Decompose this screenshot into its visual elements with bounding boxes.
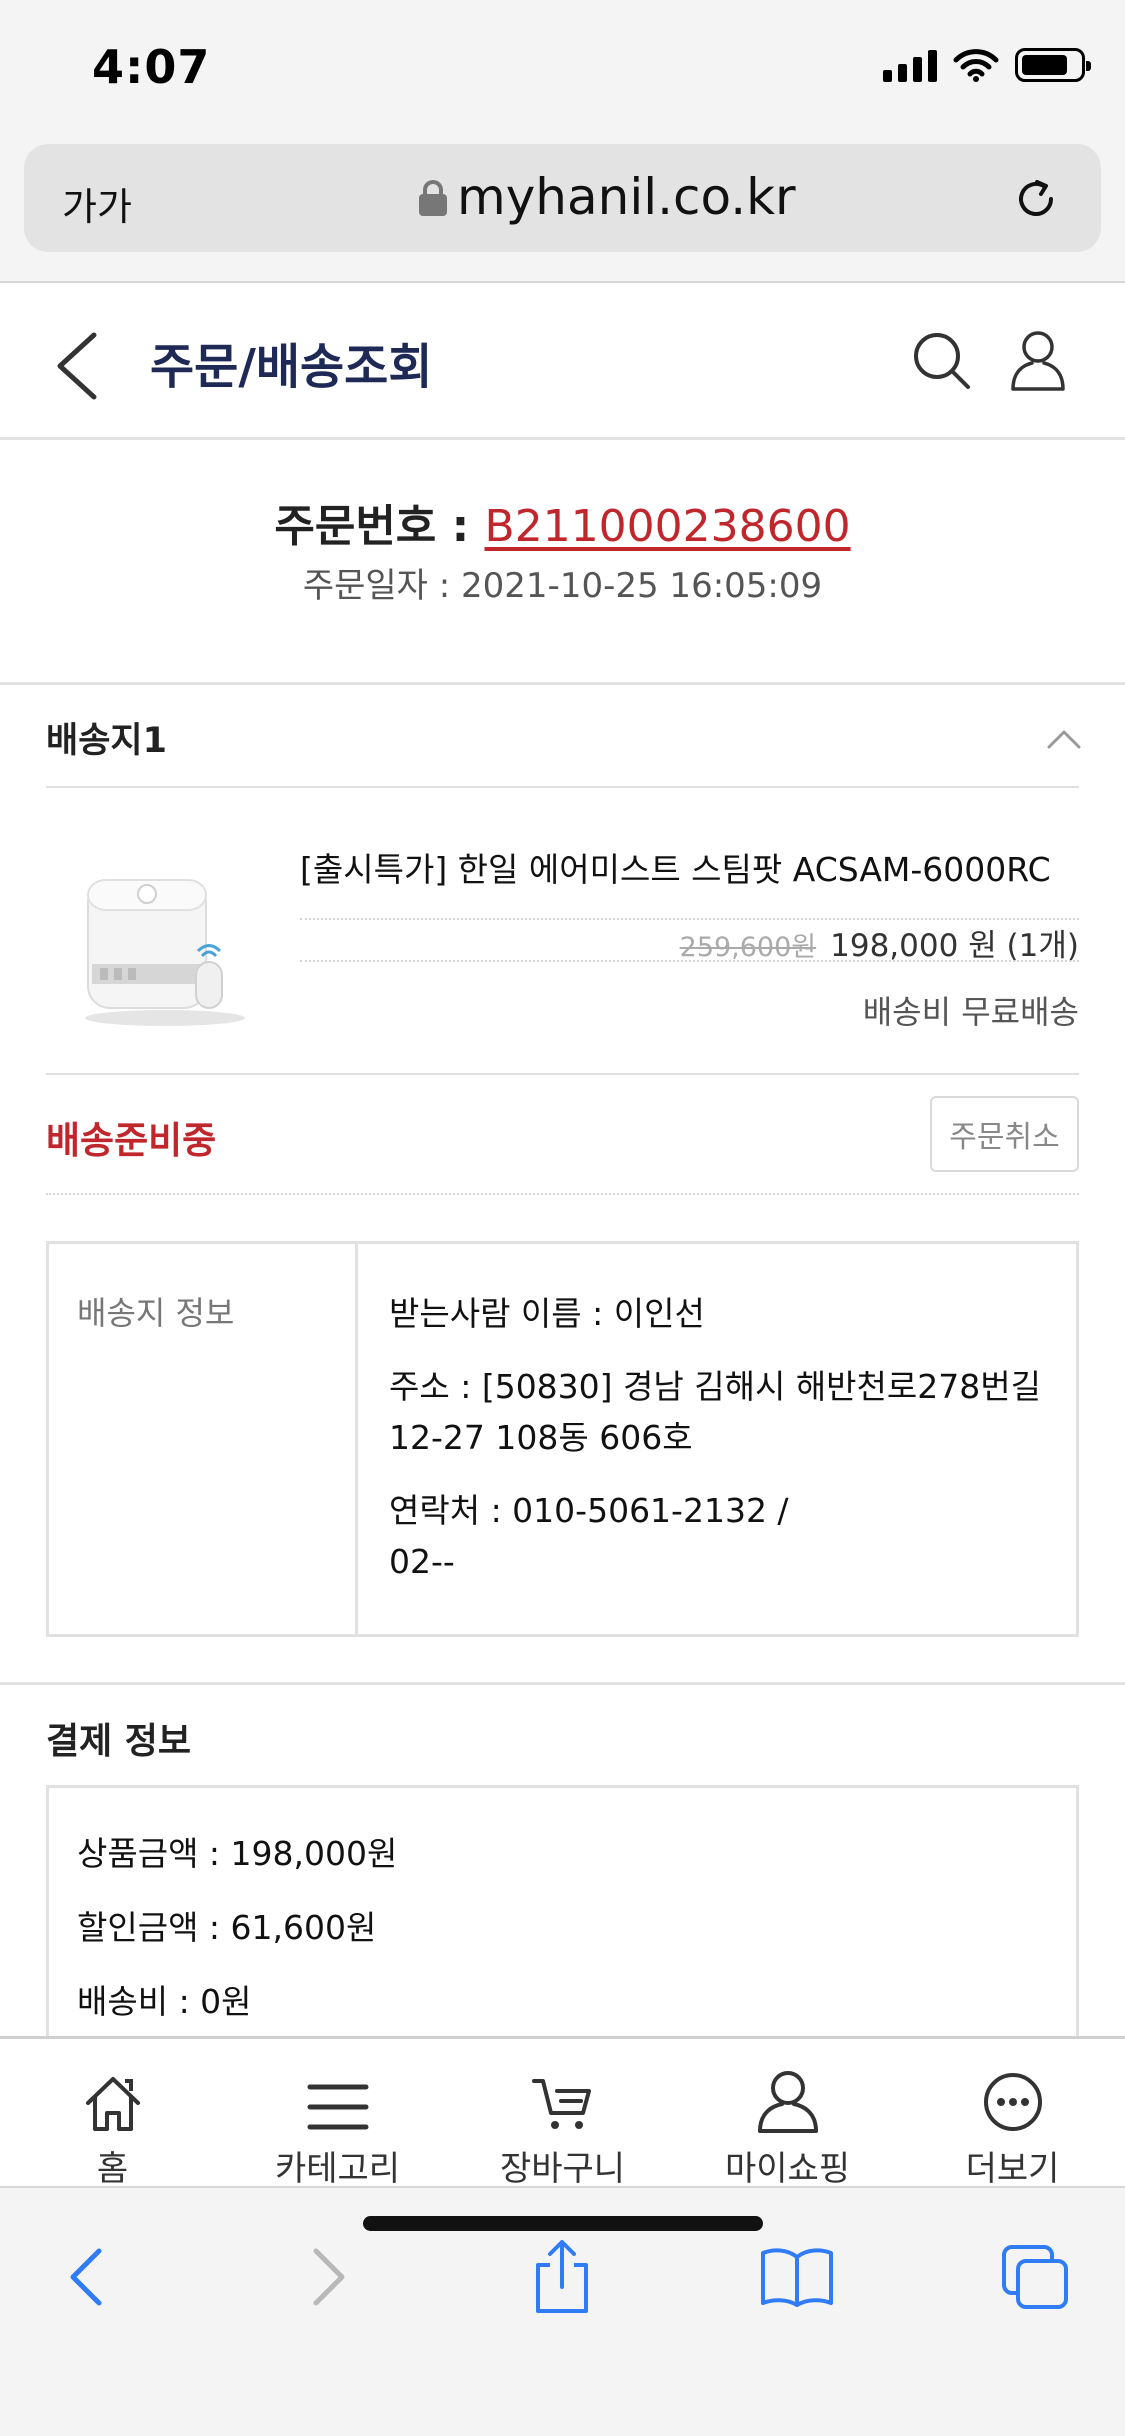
nav-category[interactable]: 카테고리 — [225, 2067, 450, 2190]
nav-home-label: 홈 — [96, 2149, 129, 2189]
payment-details: 상품금액 : 198,000원 할인금액 : 61,600원 배송비 : 0원 — [77, 1828, 397, 2050]
original-price: 259,600원 — [679, 932, 817, 963]
bookmarks-button[interactable] — [752, 2232, 842, 2322]
chevron-up-icon[interactable] — [1046, 728, 1082, 750]
recipient-address: 주소 : [50830] 경남 김해시 해반천로278번길 12-27 108동… — [389, 1367, 1041, 1457]
section-divider — [0, 1682, 1125, 1685]
battery-icon — [1015, 48, 1091, 82]
page-header: 주문/배송조회 — [0, 283, 1125, 440]
contact-line-2: 02-- — [389, 1542, 455, 1581]
home-icon — [85, 2077, 140, 2131]
nav-myshopping[interactable]: 마이쇼핑 — [675, 2067, 900, 2190]
divider — [46, 1073, 1079, 1075]
lock-icon — [419, 180, 447, 216]
product-name[interactable]: [출시특가] 한일 에어미스트 스팀팟 ACSAM-6000RC — [300, 843, 1051, 891]
back-arrow-icon[interactable] — [52, 331, 102, 401]
share-icon — [536, 2240, 588, 2313]
divider — [46, 786, 1079, 788]
browser-forward-button[interactable] — [283, 2232, 373, 2322]
address-info-details: 받는사람 이름 : 이인선 주소 : [50830] 경남 김해시 해반천로27… — [389, 1288, 1069, 1587]
user-icon[interactable] — [1010, 329, 1066, 391]
status-bar: 4:07 — [0, 0, 1125, 140]
chevron-right-icon — [313, 2248, 345, 2306]
contact-line-1: 연락처 : 010-5061-2132 / — [389, 1491, 789, 1530]
product-amount: 상품금액 : 198,000원 — [77, 1834, 398, 1873]
cancel-order-button[interactable]: 주문취소 — [930, 1096, 1079, 1172]
delivery-status: 배송준비중 — [46, 1119, 217, 1162]
wifi-icon — [953, 49, 999, 82]
tabs-icon — [1002, 2245, 1068, 2309]
dotted-divider — [300, 960, 1079, 962]
address-info-table: 배송지 정보 받는사람 이름 : 이인선 주소 : [50830] 경남 김해시… — [46, 1241, 1079, 1637]
text-size-button[interactable]: 가가 — [62, 176, 132, 231]
cellular-signal-icon — [883, 48, 937, 82]
shipping-fee: 배송비 무료배송 — [862, 993, 1079, 1031]
recipient-contact: 연락처 : 010-5061-2132 / 02-- — [389, 1485, 1069, 1587]
chevron-left-icon — [70, 2248, 102, 2306]
payment-info-box: 상품금액 : 198,000원 할인금액 : 61,600원 배송비 : 0원 — [46, 1785, 1079, 2045]
search-icon[interactable] — [912, 331, 972, 391]
share-button[interactable] — [517, 2232, 607, 2322]
order-date: 주문일자 : 2021-10-25 16:05:09 — [302, 566, 823, 606]
address-info-label: 배송지 정보 — [77, 1294, 235, 1332]
user-icon — [757, 2071, 818, 2133]
sale-price: 198,000 원 (1개) — [830, 928, 1079, 964]
order-number-label: 주문번호 : — [274, 501, 485, 552]
nav-cart[interactable]: 장바구니 — [450, 2067, 675, 2190]
address-bar[interactable]: 가가 myhanil.co.kr — [24, 144, 1101, 252]
bottom-navigation: 홈 카테고리 장바구니 마이쇼핑 더보기 — [0, 2036, 1125, 2189]
address-info-label-cell: 배송지 정보 — [49, 1244, 358, 1634]
nav-myshopping-label: 마이쇼핑 — [724, 2149, 851, 2189]
menu-icon — [307, 2084, 368, 2130]
status-time: 4:07 — [92, 40, 211, 94]
url-display[interactable]: myhanil.co.kr — [419, 168, 796, 226]
browser-address-area: 가가 myhanil.co.kr — [0, 140, 1125, 283]
reload-icon[interactable] — [1011, 174, 1061, 224]
nav-more-label: 더보기 — [965, 2149, 1060, 2189]
dotted-divider — [46, 1193, 1079, 1195]
page-title: 주문/배송조회 — [150, 339, 433, 395]
more-icon — [983, 2073, 1042, 2131]
order-summary: 주문번호 : B211000238600 주문일자 : 2021-10-25 1… — [0, 440, 1125, 685]
home-indicator — [363, 2216, 763, 2231]
order-number-link[interactable]: B211000238600 — [485, 501, 851, 552]
nav-category-label: 카테고리 — [274, 2149, 401, 2189]
nav-cart-label: 장바구니 — [499, 2149, 626, 2189]
browser-back-button[interactable] — [42, 2232, 132, 2322]
product-image[interactable] — [70, 860, 260, 1030]
url-text: myhanil.co.kr — [457, 168, 796, 226]
nav-home[interactable]: 홈 — [0, 2067, 225, 2190]
shipment-heading: 배송지1 — [46, 721, 167, 761]
payment-heading: 결제 정보 — [46, 1721, 192, 1762]
tabs-button[interactable] — [990, 2232, 1080, 2322]
nav-more[interactable]: 더보기 — [900, 2067, 1125, 2190]
discount-amount: 할인금액 : 61,600원 — [77, 1908, 377, 1947]
price-line: 259,600원 198,000 원 (1개) — [680, 920, 1079, 965]
cart-icon — [531, 2079, 591, 2129]
order-number-line: 주문번호 : B211000238600 — [0, 490, 1125, 554]
book-icon — [761, 2248, 833, 2307]
status-icons — [883, 48, 1091, 82]
shipping-cost: 배송비 : 0원 — [77, 1982, 252, 2021]
recipient-name: 받는사람 이름 : 이인선 — [389, 1294, 705, 1333]
